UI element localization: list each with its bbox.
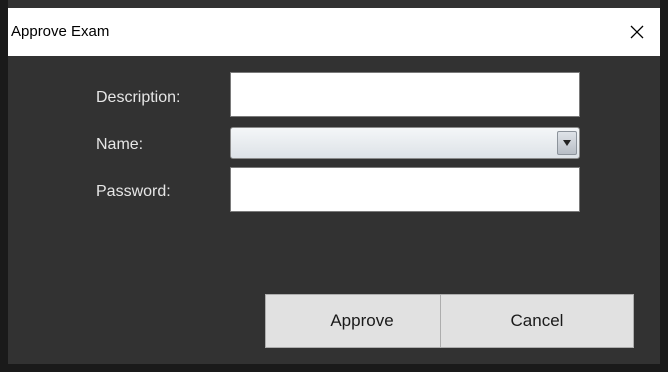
description-label: Description:: [96, 89, 181, 106]
approve-button[interactable]: Approve: [265, 294, 459, 348]
dialog-title: Approve Exam: [11, 23, 110, 40]
dialog-body: Description: Name: Password: Approve Can…: [8, 56, 660, 364]
close-button[interactable]: [614, 8, 660, 56]
close-icon: [629, 24, 645, 40]
name-label: Name:: [96, 136, 144, 153]
cancel-button[interactable]: Cancel: [440, 294, 634, 348]
password-label: Password:: [96, 183, 171, 200]
description-input[interactable]: [230, 72, 580, 117]
name-dropdown[interactable]: [230, 127, 580, 159]
dropdown-arrow-icon[interactable]: [557, 131, 577, 155]
dialog-titlebar[interactable]: Approve Exam: [8, 8, 660, 56]
password-input[interactable]: [230, 167, 580, 212]
